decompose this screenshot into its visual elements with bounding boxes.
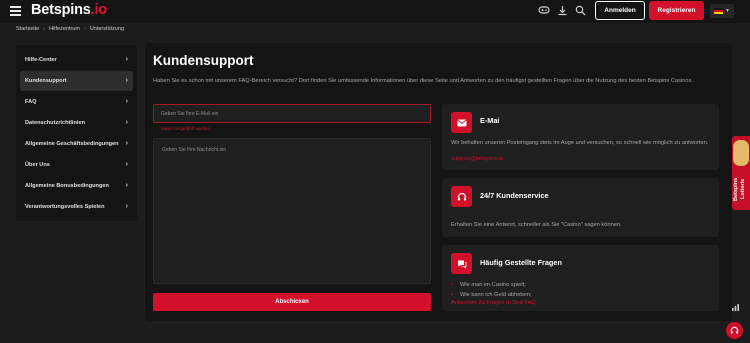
mail-icon (451, 112, 472, 133)
sidebar-item-terms[interactable]: Allgemeine Geschäftsbedingungen › (20, 134, 133, 154)
bullet-icon: • (451, 292, 453, 298)
sidebar-item-label: Über Uns (25, 162, 50, 168)
chevron-right-icon: › (125, 98, 128, 105)
breadcrumb-separator: › (43, 26, 46, 32)
login-button[interactable]: Anmelden (595, 1, 645, 20)
bullet-icon: • (451, 282, 453, 288)
help-sidebar: Hilfe-Center › Kundensupport › FAQ › Datens… (16, 45, 137, 221)
chevron-right-icon: › (125, 56, 128, 63)
customer-service-card: 24/7 Kundenservice Erhalten Sie eine Ant… (442, 178, 719, 237)
gamepad-icon[interactable] (538, 5, 550, 17)
chevron-down-icon: ▼ (725, 8, 730, 14)
intro-text: Haben Sie es schon mit unserem FAQ-Berei… (153, 78, 693, 84)
lottery-mascot-icon (733, 140, 749, 166)
breadcrumb-help-center[interactable]: Hilfezentrum (49, 26, 80, 32)
breadcrumb-support: Unterstützung (89, 26, 125, 32)
sidebar-item-label: Kundensupport (25, 78, 67, 84)
email-card-title: E-Mai (480, 116, 500, 125)
support-panel: Kundensupport Haben Sie es schon mit uns… (145, 43, 732, 321)
logo-accent: .io (90, 2, 108, 18)
breadcrumb-separator: › (83, 26, 86, 32)
accessibility-icon[interactable] (731, 303, 740, 314)
menu-icon[interactable] (10, 6, 21, 16)
download-icon[interactable] (556, 5, 568, 17)
faq-card: Häufig Gestellte Fragen • Wie man im Casi… (442, 245, 719, 311)
email-card: E-Mai Wir behalten unseren Posteingang s… (442, 104, 719, 170)
sidebar-item-about[interactable]: Über Uns › (20, 155, 133, 175)
message-field[interactable] (153, 138, 431, 284)
search-icon[interactable] (574, 5, 586, 17)
chevron-right-icon: › (125, 203, 128, 210)
faq-answers-link[interactable]: Antworten Zu Fragen In Dnd FAQ (451, 300, 536, 306)
list-item: • Wie man im Casino spielt; (451, 282, 531, 288)
language-selector[interactable]: ▼ (710, 4, 734, 18)
sidebar-item-label: Datenschutzrichtlinien (25, 120, 85, 126)
lottery-side-tab[interactable]: Betspins Lotterie (732, 136, 750, 210)
faq-list: • Wie man im Casino spielt; • Wie kann ich… (451, 282, 531, 302)
submit-button[interactable]: Abschicken (153, 293, 431, 311)
sidebar-item-privacy[interactable]: Datenschutzrichtlinien › (20, 113, 133, 133)
page-title: Kundensupport (153, 53, 254, 68)
sidebar-item-bonus-terms[interactable]: Allgemeine Bonusbedingungen › (20, 176, 133, 196)
breadcrumb: Startseite › Hilfezentrum › Unterstützun… (16, 26, 124, 32)
email-card-text: Wir behalten unseren Posteingang stets i… (451, 140, 709, 146)
headset-icon (730, 326, 739, 334)
chevron-right-icon: › (125, 161, 128, 168)
sidebar-item-label: FAQ (25, 99, 37, 105)
logo[interactable]: Betspins.io (31, 2, 107, 18)
faq-card-title: Häufig Gestellte Fragen (480, 258, 562, 267)
headset-icon (451, 186, 472, 207)
sidebar-item-label: Hilfe-Center (25, 57, 57, 63)
faq-item-text: Wie kann ich Geld abheben; (460, 292, 532, 298)
faq-item-text: Wie man im Casino spielt; (460, 282, 526, 288)
sidebar-item-responsible-gaming[interactable]: Verantwortungsvolles Spielen › (20, 197, 133, 217)
top-header: Betspins.io Anmelden Registrieren ▼ (0, 0, 750, 23)
email-error-message: Muss Ausgefühlt werden (161, 126, 211, 131)
chevron-right-icon: › (125, 140, 128, 147)
logo-text: Betspins (31, 2, 91, 18)
sidebar-item-label: Allgemeine Bonusbedingungen (25, 183, 109, 189)
sidebar-item-help-center[interactable]: Hilfe-Center › (20, 50, 133, 70)
email-field[interactable] (153, 104, 431, 123)
sidebar-item-faq[interactable]: FAQ › (20, 92, 133, 112)
register-button[interactable]: Registrieren (649, 1, 704, 20)
sidebar-item-label: Allgemeine Geschäftsbedingungen (25, 141, 119, 147)
breadcrumb-home[interactable]: Startseite (16, 26, 39, 32)
customer-service-title: 24/7 Kundenservice (480, 191, 549, 200)
sidebar-item-label: Verantwortungsvolles Spielen (25, 204, 105, 210)
german-flag-icon (714, 8, 724, 14)
chevron-right-icon: › (125, 182, 128, 189)
customer-service-text: Erhalten Sie eine Antwort, schneller als… (451, 222, 622, 228)
list-item: • Wie kann ich Geld abheben; (451, 292, 531, 298)
chat-bubble-icon (451, 253, 472, 274)
chevron-right-icon: › (125, 77, 128, 84)
support-email-link[interactable]: support@betspins.io (451, 156, 503, 162)
sidebar-item-customer-support[interactable]: Kundensupport › (20, 71, 133, 91)
support-chat-button[interactable] (726, 322, 743, 339)
lottery-tab-label: Betspins Lotterie (733, 177, 746, 201)
chevron-right-icon: › (125, 119, 128, 126)
